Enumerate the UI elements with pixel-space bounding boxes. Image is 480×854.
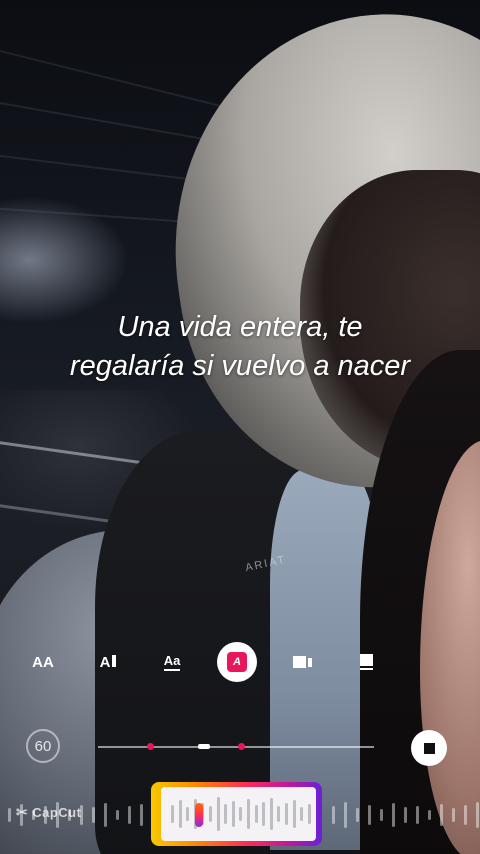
speed-indicator[interactable]: 60 [26,729,60,763]
waveform-bar [128,806,131,824]
background-style-button[interactable] [284,646,320,678]
waveform-bar [380,809,383,821]
waveform-bar [416,806,419,824]
audio-cursor[interactable] [195,803,203,827]
text-size-button[interactable]: AA [25,646,61,678]
waveform-bar [464,805,467,825]
background-video-frame: ARIAT [0,0,480,854]
waveform-bar [307,804,311,824]
text-color-button[interactable]: A [217,642,257,682]
text-underline-icon: Aa [163,653,181,671]
timeline-marker[interactable] [238,743,245,750]
waveform-bar [368,805,371,825]
waveform-bar [440,804,443,826]
timeline-marker[interactable] [147,743,154,750]
text-underline-button[interactable]: Aa [154,646,190,678]
waveform-bar [104,803,107,827]
waveform-bar [186,807,190,821]
waveform-bar [356,808,359,822]
placement-icon [359,654,373,670]
waveform-bar [277,806,281,822]
waveform-bar [392,803,395,827]
waveform-bar [344,802,347,828]
waveform-bar [269,798,273,830]
waveform-bar [404,807,407,823]
waveform-bar [292,800,296,828]
waveform-bar [231,801,235,827]
lyrics-line-1: Una vida entera, te [117,311,363,343]
waveform-bar [332,806,335,824]
text-size-icon: AA [32,653,54,671]
text-color-icon: A [227,652,247,672]
waveform-bar [224,804,228,824]
app-watermark: ✂ CapCut [16,804,82,820]
text-style-toolbar: AA A Aa A [0,640,480,684]
bar-glyph [112,654,117,667]
waveform-bar [428,810,431,820]
waveform-bar [178,800,182,828]
text-style-icon: A [100,654,117,671]
waveform-bar [216,797,220,831]
audio-clip-window [161,787,316,841]
waveform-bar [247,799,250,829]
waveform-bar [285,803,288,825]
waveform-bar [476,802,479,828]
waveform-bar [92,807,95,823]
stop-icon [423,742,435,754]
lyrics-overlay[interactable]: Una vida entera, te regalaría si vuelvo … [0,308,480,386]
stop-button[interactable] [411,730,447,766]
waveform-bar [300,807,304,821]
waveform-bar [239,807,243,821]
capcut-logo-icon: ✂ [16,804,29,820]
waveform-bar [140,804,143,826]
waveform-bar [116,810,119,820]
waveform-bar [452,808,455,822]
placement-button[interactable] [348,646,384,678]
lyrics-line-2: regalaría si vuelvo a nacer [69,350,411,382]
waveform-bar [209,806,212,822]
waveform-bar [171,805,174,823]
timeline-track[interactable] [98,746,374,748]
waveform-bar [254,805,258,823]
waveform-bar [262,802,266,826]
text-style-button[interactable]: A [90,646,126,678]
waveform-bar [8,808,11,822]
background-style-icon [292,656,312,668]
timeline-playhead[interactable] [198,744,210,749]
